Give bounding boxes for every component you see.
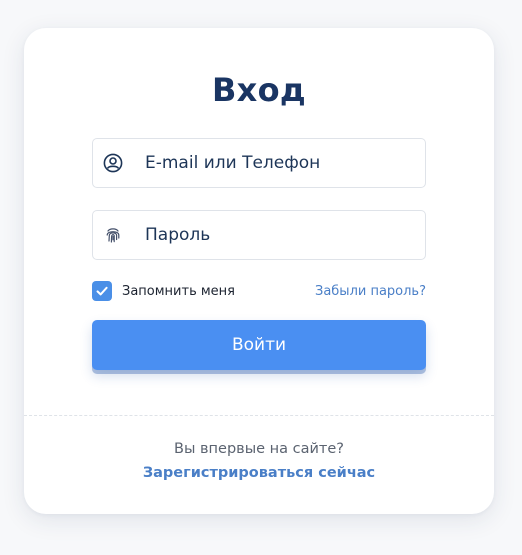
divider — [24, 415, 494, 416]
remember-checkbox[interactable] — [92, 281, 112, 301]
login-button[interactable]: Войти — [92, 320, 426, 370]
user-circle-icon — [103, 153, 123, 173]
password-placeholder: Пароль — [145, 225, 211, 245]
remember-label: Запомнить меня — [122, 283, 236, 299]
email-placeholder: E-mail или Телефон — [145, 153, 321, 173]
checkmark-icon — [96, 286, 108, 296]
login-card: Вход E-mail или Телефон Пароль Запомнить… — [24, 28, 494, 514]
fingerprint-icon — [103, 225, 123, 245]
forgot-password-link[interactable]: Забыли пароль? — [315, 284, 426, 299]
page-title: Вход — [211, 71, 307, 109]
password-field[interactable]: Пароль — [92, 210, 426, 260]
first-time-prompt: Вы впервые на сайте? — [174, 441, 344, 457]
remember-me[interactable]: Запомнить меня — [92, 281, 235, 301]
email-field[interactable]: E-mail или Телефон — [92, 138, 426, 188]
register-link[interactable]: Зарегистрироваться сейчас — [24, 465, 494, 481]
remember-row: Запомнить меня Забыли пароль? — [92, 280, 426, 302]
